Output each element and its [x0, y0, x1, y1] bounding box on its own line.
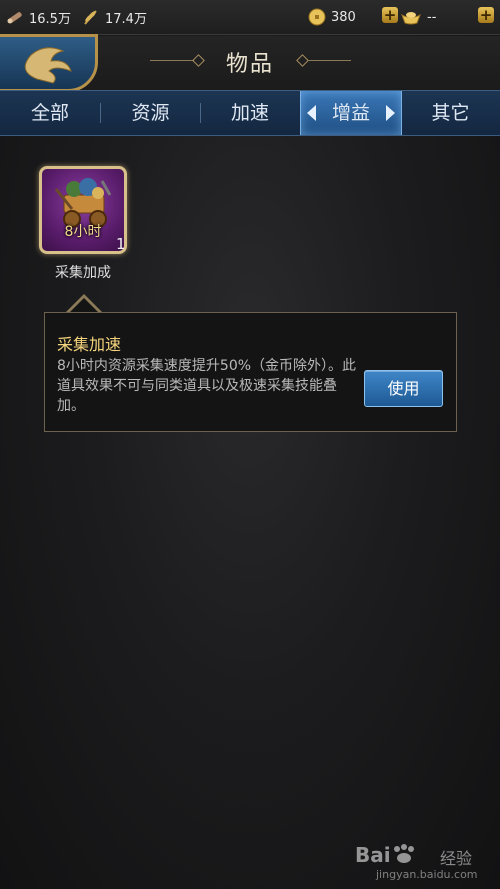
arrow-right-icon: [386, 105, 395, 121]
page-title: 物品: [225, 52, 274, 77]
gold-resource[interactable]: 380: [308, 7, 356, 27]
item-duration-label: 8小时: [64, 224, 102, 240]
item-slot[interactable]: 8小时: [39, 166, 127, 254]
tab-speedup[interactable]: 加速: [201, 91, 299, 135]
panel-pointer-inner: [69, 298, 99, 313]
item-count: 1: [116, 235, 126, 253]
watermark-url: jingyan.baidu.com: [376, 868, 478, 881]
tab-resources[interactable]: 资源: [101, 91, 200, 135]
paw-icon: [393, 844, 414, 863]
watermark-brand: Bai: [355, 843, 391, 867]
gold-value: 380: [331, 9, 356, 25]
wood-resource[interactable]: 16.5万: [6, 7, 71, 27]
wheat-icon: [82, 8, 100, 26]
category-tabs: 全部 资源 加速 增益 其它: [0, 90, 500, 136]
ingot-resource[interactable]: --: [400, 7, 436, 27]
title-ornament-right: [307, 60, 351, 61]
watermark-brand-suffix: 经验: [440, 849, 473, 868]
item-name: 采集加成: [55, 265, 111, 281]
wood-value: 16.5万: [29, 11, 71, 27]
ingot-value: --: [427, 9, 437, 25]
detail-title: 采集加速: [57, 335, 122, 354]
gold-coin-icon: [308, 8, 326, 26]
resource-bar: 16.5万 17.4万 380 + -- +: [0, 0, 500, 35]
log-icon: [6, 8, 24, 26]
food-value: 17.4万: [105, 11, 147, 27]
gold-ingot-icon: [400, 8, 422, 26]
food-resource[interactable]: 17.4万: [82, 7, 147, 27]
arrow-left-icon: [307, 105, 316, 121]
tab-boost-label: 增益: [331, 102, 370, 124]
add-gold-button[interactable]: +: [382, 7, 398, 23]
add-ingot-button[interactable]: +: [478, 7, 494, 23]
item-detail-panel: 采集加速 8小时内资源采集速度提升50%（金币除外）。此道具效果不可与同类道具以…: [44, 312, 457, 432]
tab-other[interactable]: 其它: [401, 91, 500, 135]
tab-all[interactable]: 全部: [0, 91, 100, 135]
tab-boost[interactable]: 增益: [300, 91, 402, 135]
baidu-watermark: Bai: [355, 843, 417, 867]
use-button[interactable]: 使用: [364, 370, 443, 407]
detail-description: 8小时内资源采集速度提升50%（金币除外）。此道具效果不可与同类道具以及极速采集…: [57, 358, 357, 414]
